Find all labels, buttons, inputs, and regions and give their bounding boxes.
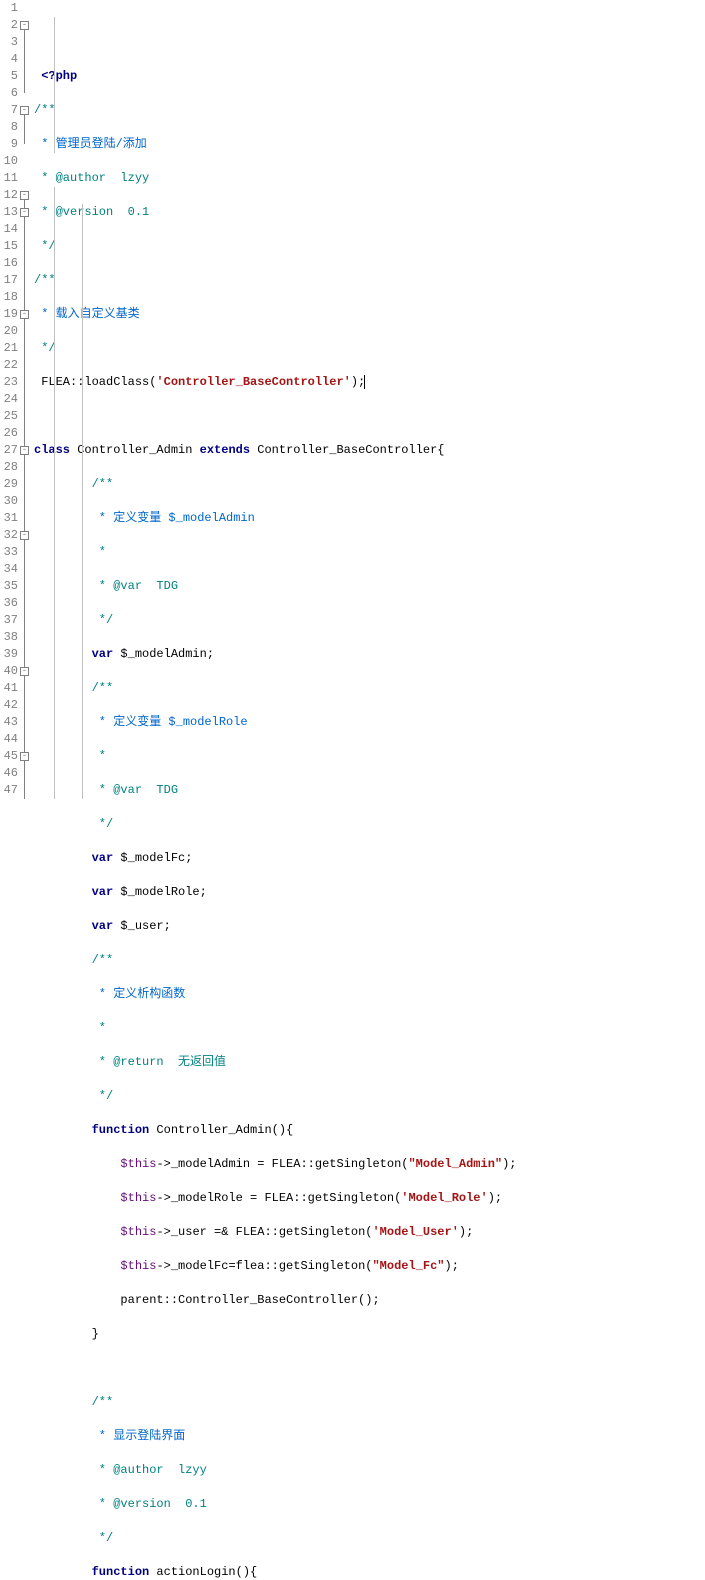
code-editor[interactable]: <?php /** * 管理员登陆/添加 * @author lzyy * @v… xyxy=(34,0,705,1580)
line-number-gutter: 123 456 789 101112 131415 161718 192021 … xyxy=(0,0,20,1580)
fold-gutter: - - - - - - - - - xyxy=(20,0,34,1580)
fold-box-icon: - xyxy=(20,752,29,761)
fold-box-icon: - xyxy=(20,531,29,540)
fold-box-icon: - xyxy=(20,310,29,319)
fold-box-icon: - xyxy=(20,446,29,455)
fold-box-icon: - xyxy=(20,667,29,676)
fold-box-icon: - xyxy=(20,106,29,115)
text-cursor xyxy=(364,375,365,389)
fold-box-icon: - xyxy=(20,191,29,200)
fold-box-icon: - xyxy=(20,208,29,217)
fold-box-icon: - xyxy=(20,21,29,30)
